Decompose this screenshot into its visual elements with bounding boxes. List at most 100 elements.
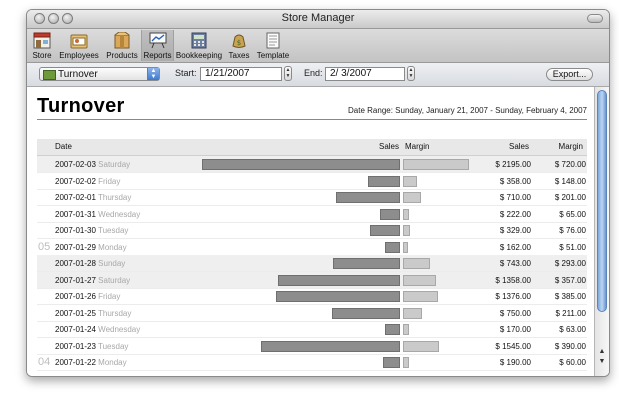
margin-bar xyxy=(403,324,409,335)
sales-bar xyxy=(202,159,400,170)
toolbar-taxes-button[interactable]: $ Taxes xyxy=(225,30,253,61)
margin-bar xyxy=(403,340,439,352)
vertical-scrollbar[interactable]: ▲ ▼ xyxy=(594,87,609,376)
row-weekday: Wednesday xyxy=(98,325,141,334)
sales-bar xyxy=(275,291,400,302)
chevron-updown-icon: ▲ ▼ xyxy=(147,68,159,80)
toolbar-store-button[interactable]: Store xyxy=(29,30,55,61)
report-type-popup[interactable]: Turnover ▲ ▼ xyxy=(39,67,160,81)
margin-bar xyxy=(403,258,430,269)
table-row[interactable]: 2007-01-23 Tuesday $ 1545.00 $ 390.00 xyxy=(37,338,587,355)
report-title: Turnover xyxy=(37,95,125,117)
table-row[interactable]: 2007-01-27 Saturday $ 1358.00 $ 357.00 xyxy=(37,271,587,289)
margin-bar xyxy=(403,159,469,170)
margin-bar xyxy=(403,291,439,302)
row-margin-value: $ 60.00 xyxy=(559,358,586,367)
window-title: Store Manager xyxy=(281,12,355,24)
toolbar-employees-button[interactable]: Employees xyxy=(56,30,102,61)
report-view: Turnover Date Range: Sunday, January 21,… xyxy=(27,87,594,376)
row-date-value: 2007-01-25 xyxy=(55,308,96,318)
row-sales-value: $ 329.00 xyxy=(499,226,531,235)
row-margin-value: $ 293.00 xyxy=(554,259,586,268)
margin-bar xyxy=(403,241,408,253)
row-weekday: Monday xyxy=(98,242,127,252)
sales-bar xyxy=(385,241,400,253)
margin-bar xyxy=(403,175,417,187)
template-icon xyxy=(266,32,280,49)
row-sales-value: $ 1358.00 xyxy=(495,275,531,285)
title-divider xyxy=(37,119,587,120)
row-weekday: Monday xyxy=(98,358,127,367)
scroll-up-arrow-icon[interactable]: ▲ xyxy=(598,348,606,356)
row-date: 2007-02-02 Friday xyxy=(55,177,120,186)
row-weekday: Tuesday xyxy=(98,226,129,235)
row-sales-value: $ 750.00 xyxy=(499,308,531,318)
row-date-value: 2007-01-30 xyxy=(55,226,96,235)
table-row[interactable]: 2007-01-26 Friday $ 1376.00 $ 385.00 xyxy=(37,288,587,305)
table-row[interactable]: 2007-02-02 Friday $ 358.00 $ 148.00 xyxy=(37,173,587,190)
toolbar-template-label: Template xyxy=(256,51,290,60)
row-date: 2007-01-22 Monday xyxy=(55,358,127,367)
row-date: 2007-01-27 Saturday xyxy=(55,276,130,285)
toolbar-products-button[interactable]: Products xyxy=(103,30,141,61)
filter-bar: Turnover ▲ ▼ Start: 1/21/2007 ▲ ▼ End: 2/ … xyxy=(27,63,609,87)
row-sales-value: $ 710.00 xyxy=(499,193,531,202)
table-row[interactable]: 2007-01-30 Tuesday $ 329.00 $ 76.00 xyxy=(37,222,587,239)
row-date-value: 2007-01-22 xyxy=(55,358,96,367)
toolbar-toggle-button[interactable] xyxy=(587,14,603,23)
table-row[interactable]: 2007-01-25 Thursday $ 750.00 $ 211.00 xyxy=(37,305,587,322)
row-date: 2007-01-28 Sunday xyxy=(55,259,125,268)
scrollbar-thumb[interactable] xyxy=(597,90,607,312)
column-header-date: Date xyxy=(55,142,72,151)
table-row[interactable]: 2007-01-31 Wednesday $ 222.00 $ 65.00 xyxy=(37,206,587,223)
title-bar[interactable]: Store Manager xyxy=(27,10,609,29)
report-type-value: Turnover xyxy=(58,69,98,80)
week-number-label: 04 xyxy=(38,356,51,368)
sales-bar xyxy=(260,340,400,352)
row-margin-value: $ 65.00 xyxy=(559,209,586,219)
table-row[interactable]: 2007-01-29 Monday $ 162.00 $ 51.00 xyxy=(37,239,587,256)
row-date: 2007-01-25 Thursday xyxy=(55,309,131,318)
row-date-value: 2007-01-26 xyxy=(55,292,96,301)
table-row[interactable]: 2007-01-22 Monday $ 190.00 $ 60.00 xyxy=(37,354,587,371)
column-header-sales-bar: Sales xyxy=(378,142,399,151)
row-weekday: Saturday xyxy=(98,160,131,169)
row-weekday: Sunday xyxy=(98,259,126,268)
row-weekday: Thursday xyxy=(98,193,132,202)
row-sales-value: $ 1545.00 xyxy=(495,341,531,351)
start-label: Start: xyxy=(175,68,197,78)
row-sales-value: $ 358.00 xyxy=(499,176,531,186)
row-date: 2007-01-30 Tuesday xyxy=(55,226,128,235)
table-row[interactable]: 2007-01-28 Sunday $ 743.00 $ 293.00 xyxy=(37,255,587,272)
week-number-label: 05 xyxy=(38,240,51,253)
sales-bar xyxy=(382,357,400,368)
toolbar-employees-label: Employees xyxy=(59,51,99,60)
toolbar-reports-button[interactable]: Reports xyxy=(141,30,174,61)
export-button[interactable]: Export... xyxy=(546,68,593,81)
sales-bar xyxy=(332,307,400,319)
row-margin-value: $ 720.00 xyxy=(554,160,586,169)
row-date-value: 2007-01-23 xyxy=(55,341,96,351)
end-date-field[interactable]: 2/ 3/2007 xyxy=(325,67,405,81)
svg-text:$: $ xyxy=(237,39,241,47)
table-row[interactable]: 2007-02-03 Saturday $ 2195.00 $ 720.00 xyxy=(37,156,587,173)
table-row[interactable]: 2007-02-01 Thursday $ 710.00 $ 201.00 xyxy=(37,189,587,206)
row-sales-value: $ 170.00 xyxy=(499,325,531,334)
row-weekday: Friday xyxy=(98,176,121,186)
end-date-stepper[interactable]: ▲ ▼ xyxy=(407,66,415,81)
start-date-stepper[interactable]: ▲ ▼ xyxy=(284,66,292,81)
toolbar-template-button[interactable]: Template xyxy=(255,30,291,61)
table-row[interactable]: 2007-01-24 Wednesday $ 170.00 $ 63.00 xyxy=(37,321,587,338)
margin-bar xyxy=(403,357,409,368)
start-date-field[interactable]: 1/21/2007 xyxy=(200,67,282,81)
sales-bar xyxy=(332,258,400,269)
turnover-report-icon xyxy=(43,70,56,80)
scroll-down-arrow-icon[interactable]: ▼ xyxy=(598,358,606,366)
row-weekday: Thursday xyxy=(98,308,132,318)
column-header-row: Date Sales Margin Sales Margin xyxy=(37,139,587,156)
row-margin-value: $ 63.00 xyxy=(559,325,586,334)
sales-bar xyxy=(379,208,400,220)
toolbar-bookkeeping-button[interactable]: Bookkeeping xyxy=(175,30,223,61)
row-date: 2007-02-03 Saturday xyxy=(55,160,130,169)
products-icon xyxy=(114,32,130,49)
